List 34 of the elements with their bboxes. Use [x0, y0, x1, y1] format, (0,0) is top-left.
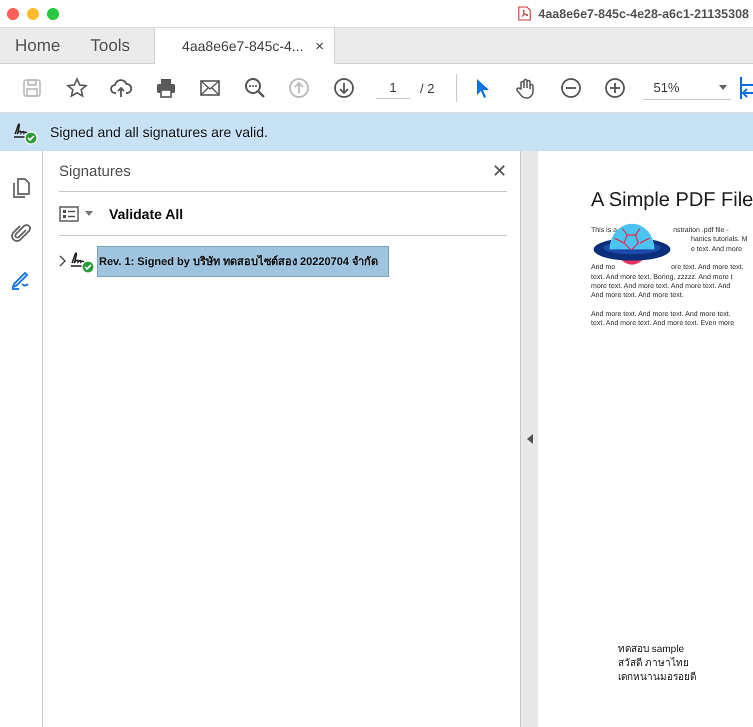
validate-all-button[interactable]: Validate All	[109, 206, 184, 222]
zoom-in-icon	[603, 76, 628, 100]
signature-status-message: Signed and all signatures are valid.	[50, 124, 268, 140]
zoom-out-icon	[558, 76, 583, 100]
nav-tab[interactable]: Tools	[75, 28, 146, 63]
document-title: A Simple PDF File	[591, 189, 753, 212]
close-tab-button[interactable]: ×	[315, 38, 324, 54]
body-text: สวัสดี ภาษาไทย	[618, 657, 690, 671]
window-title: 4aa8e6e7-845c-4e28-a6c1-21135308	[538, 6, 749, 20]
arrow-down-icon	[332, 76, 356, 100]
signature-item[interactable]: Rev. 1: Signed by บริษัท ทดสอบไซต์สอง 20220704 จำกัด	[97, 246, 390, 276]
arrow-up-icon	[287, 76, 312, 100]
nav-tab[interactable]: Home	[0, 28, 76, 63]
close-window-button[interactable]	[7, 8, 19, 20]
caret-icon	[719, 85, 728, 90]
compare-icon[interactable]	[739, 75, 753, 101]
zoom-dropdown[interactable]: 51%	[643, 76, 732, 100]
panel-title: Signatures	[59, 162, 131, 180]
document-tab[interactable]: 4aa8e6e7-845c-4... ×	[154, 28, 336, 64]
page-number-field[interactable]: 1	[376, 77, 410, 99]
collapse-arrow-icon[interactable]	[526, 434, 532, 444]
expand-icon[interactable]	[59, 255, 67, 267]
cloud-upload-icon	[109, 76, 134, 100]
body-text: เดกหนานมอรอยดี	[618, 671, 696, 685]
tab-title: 4aa8e6e7-845c-4...	[182, 38, 304, 54]
options-menu-icon[interactable]	[59, 206, 79, 222]
search-icon	[242, 76, 267, 100]
caret-icon[interactable]	[85, 211, 93, 216]
page-total: / 2	[420, 80, 434, 96]
pdf-file-icon	[518, 6, 532, 21]
body-text: ทดสอบ sample	[618, 643, 686, 657]
zoom-value: 51%	[653, 80, 680, 95]
close-panel-button[interactable]: ✕	[492, 160, 507, 182]
star-icon	[64, 76, 89, 100]
